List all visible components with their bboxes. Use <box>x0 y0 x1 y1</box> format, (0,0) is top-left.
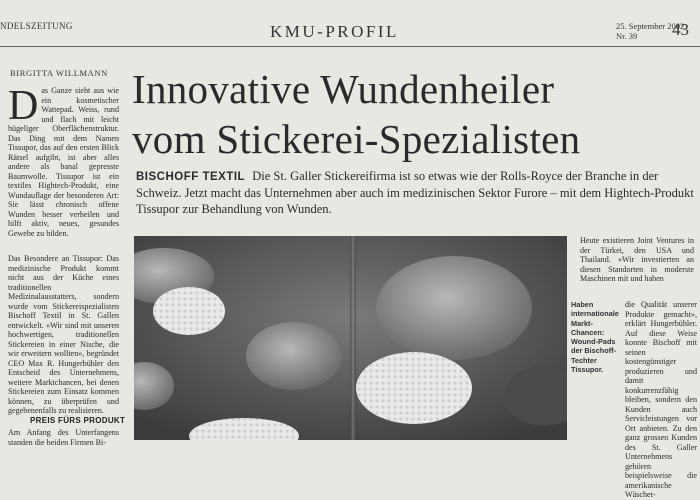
headline-line-1: Innovative Wundenheiler <box>132 66 555 112</box>
right-column-text: die Qualität unserer Produkte gemacht», … <box>625 300 697 499</box>
headline-line-2: vom Stickerei-Spezialisten <box>132 116 581 162</box>
subheading: PREIS FÜRS PRODUKT <box>30 416 126 425</box>
headline: Innovative Wundenheiler vom Stickerei-Sp… <box>132 64 580 164</box>
body-paragraph-2: Das Besondere an Tissupor: Das medizinis… <box>8 254 119 415</box>
lead-label: BISCHOFF TEXTIL <box>136 171 246 183</box>
drop-cap: D <box>8 83 39 129</box>
lead-paragraph: BISCHOFF TEXTIL Die St. Galler Stickerei… <box>136 168 696 217</box>
photo-caption: Haben internationale Markt-Chancen: Woun… <box>571 300 619 375</box>
body-paragraph-1: D as Ganze sieht aus wie ein kosmetische… <box>8 83 119 238</box>
header-rule <box>0 46 700 47</box>
author-byline: BIRGITTA WILLMANN <box>10 68 108 78</box>
section-title: KMU-PROFIL <box>270 22 399 41</box>
publication-name: NDELSZEITUNG <box>0 21 73 31</box>
page-number: 43 <box>672 20 689 39</box>
right-column-top: Heute existieren Joint Ventures in der T… <box>580 236 694 283</box>
body-paragraph-3: Am Anfang des Unterfangens standen die b… <box>8 428 119 447</box>
page-fold <box>350 236 356 440</box>
